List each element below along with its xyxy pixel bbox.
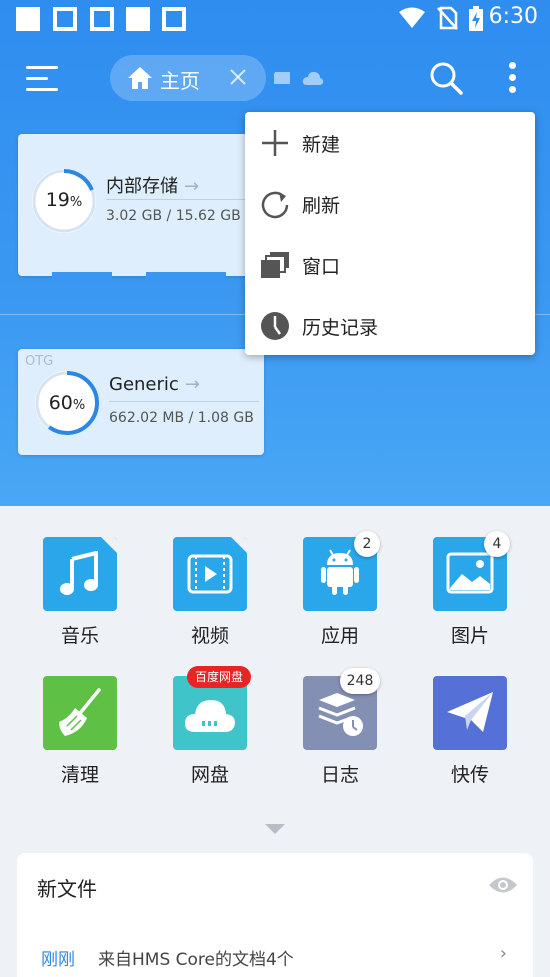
category-apps[interactable]: 2 应用 xyxy=(275,531,405,657)
category-label: 视频 xyxy=(190,625,229,647)
menu-item-label: 新建 xyxy=(302,134,341,156)
tab-home[interactable]: 主页 xyxy=(110,55,266,101)
tile xyxy=(43,676,117,750)
close-tab-icon[interactable] xyxy=(228,67,248,87)
menu-item-label: 窗口 xyxy=(302,256,341,278)
search-icon[interactable] xyxy=(428,60,464,96)
usage-percent: 19% xyxy=(45,189,83,211)
category-cloud-disk[interactable]: 百度网盘 网盘 xyxy=(145,666,275,796)
otg-storage-card[interactable]: OTG 60% Generic → 662.02 MB / 1.08 GB xyxy=(18,349,264,455)
category-label: 应用 xyxy=(320,625,359,647)
cloud-disk-icon xyxy=(184,700,235,732)
no-sim-icon xyxy=(437,6,458,30)
new-files-title: 新文件 xyxy=(37,877,97,901)
card-notch xyxy=(146,272,226,282)
tile-fold xyxy=(101,537,117,553)
internal-storage-card[interactable]: 19% 内部存储 → 3.02 GB / 15.62 GB xyxy=(18,134,270,276)
tile xyxy=(433,676,507,750)
category-transfer[interactable]: 快传 xyxy=(405,676,535,796)
divider xyxy=(109,401,259,402)
notification-icon xyxy=(53,7,77,31)
category-label: 音乐 xyxy=(60,625,99,647)
tile-fold xyxy=(231,537,247,553)
category-label: 日志 xyxy=(320,764,359,786)
notification-icon xyxy=(16,7,40,31)
count-badge: 2 xyxy=(354,531,380,557)
otg-tag: OTG xyxy=(25,354,54,369)
refresh-icon xyxy=(261,191,289,219)
tile xyxy=(173,537,247,611)
usage-percent: 60% xyxy=(48,392,86,414)
count-badge: 4 xyxy=(484,531,510,557)
menu-item-label: 历史记录 xyxy=(302,317,379,339)
category-video[interactable]: 视频 xyxy=(145,537,275,657)
android-icon xyxy=(321,549,359,595)
battery-charging-icon xyxy=(469,6,483,31)
sdcard-tab-icon[interactable] xyxy=(272,70,292,86)
status-bar: 6:30 xyxy=(0,0,550,38)
category-logs[interactable]: 248 日志 xyxy=(275,668,405,796)
menu-line xyxy=(26,66,58,69)
count-badge: 248 xyxy=(340,668,380,694)
broom-icon xyxy=(59,688,101,736)
divider xyxy=(106,199,256,200)
file-time: 刚刚 xyxy=(41,950,75,970)
storage-size: 662.02 MB / 1.08 GB xyxy=(109,410,254,426)
send-icon xyxy=(447,692,493,732)
category-images[interactable]: 4 图片 xyxy=(405,531,535,657)
notification-icon xyxy=(126,7,150,31)
tile xyxy=(43,537,117,611)
category-label: 清理 xyxy=(60,764,99,786)
menu-item-windows[interactable]: 窗口 xyxy=(245,235,535,295)
video-icon xyxy=(187,554,233,594)
storage-name: 内部存储 → xyxy=(106,176,200,197)
category-label: 网盘 xyxy=(190,764,229,786)
home-icon xyxy=(128,67,152,89)
wifi-icon xyxy=(399,7,425,28)
dot xyxy=(509,74,516,81)
notification-icon xyxy=(162,7,186,31)
tab-home-label: 主页 xyxy=(160,69,200,93)
menu-item-refresh[interactable]: 刷新 xyxy=(245,174,535,234)
file-description: 来自HMS Core的文档4个 xyxy=(98,950,294,970)
cloud-tab-icon[interactable] xyxy=(302,70,324,86)
chevron-right-icon: › xyxy=(499,943,507,964)
history-icon xyxy=(261,312,289,340)
image-icon xyxy=(446,552,494,594)
storage-size: 3.02 GB / 15.62 GB xyxy=(106,208,241,224)
new-files-card: 新文件 刚刚 来自HMS Core的文档4个 › xyxy=(17,853,533,977)
storage-name: Generic → xyxy=(109,374,200,395)
menu-item-new[interactable]: 新建 xyxy=(245,113,535,173)
category-label: 图片 xyxy=(450,625,489,647)
collapse-arrow-icon[interactable] xyxy=(265,824,285,836)
category-clean[interactable]: 清理 xyxy=(15,676,145,796)
category-music[interactable]: 音乐 xyxy=(15,537,145,657)
arrow-right-icon: → xyxy=(184,176,200,197)
hamburger-menu-button[interactable] xyxy=(26,64,60,94)
dot xyxy=(509,62,516,69)
more-options-button[interactable] xyxy=(502,60,522,96)
music-icon xyxy=(60,551,98,595)
windows-icon xyxy=(261,252,289,278)
menu-item-label: 刷新 xyxy=(302,195,341,217)
eye-icon[interactable] xyxy=(488,873,518,897)
notification-icon xyxy=(90,7,114,31)
baidu-tag: 百度网盘 xyxy=(187,666,252,688)
log-icon xyxy=(318,693,363,736)
clock: 6:30 xyxy=(488,4,538,29)
overflow-menu: 新建 刷新 窗口 历史记录 xyxy=(245,112,535,355)
arrow-right-icon: → xyxy=(184,374,200,395)
plus-icon xyxy=(262,130,288,156)
dot xyxy=(509,86,516,93)
menu-line xyxy=(26,88,58,91)
menu-line xyxy=(26,77,48,80)
card-notch xyxy=(52,272,112,282)
menu-item-history[interactable]: 历史记录 xyxy=(245,296,535,356)
category-label: 快传 xyxy=(450,764,489,786)
